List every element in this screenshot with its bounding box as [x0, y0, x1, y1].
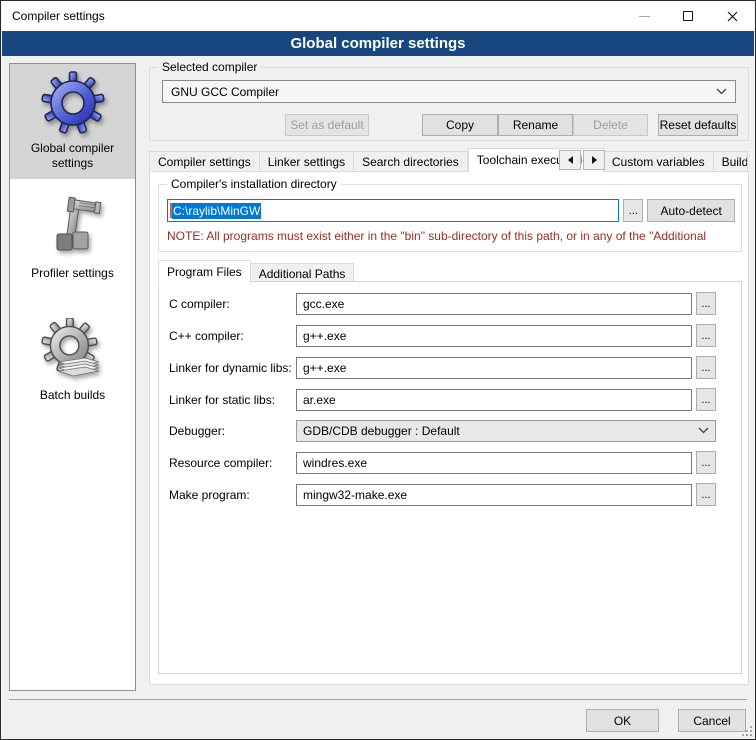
close-icon — [727, 11, 738, 22]
sidebar-item-global-compiler-settings[interactable]: Global compiler settings — [10, 64, 135, 179]
reset-defaults-button[interactable]: Reset defaults — [658, 114, 738, 136]
titlebar[interactable]: Compiler settings — [2, 1, 754, 31]
tab-scroll-controls — [559, 150, 605, 170]
rename-button[interactable]: Rename — [498, 114, 573, 136]
ok-button[interactable]: OK — [586, 709, 659, 732]
tab-custom-variables[interactable]: Custom variables — [604, 151, 714, 172]
minimize-button[interactable] — [622, 1, 666, 31]
tab-linker-settings[interactable]: Linker settings — [260, 151, 354, 172]
installation-directory-row: C:\raylib\MinGW ... Auto-detect — [167, 199, 735, 222]
sidebar-item-profiler-settings[interactable]: Profiler settings — [10, 189, 135, 289]
dynamic-linker-row: Linker for dynamic libs: g++.exe ... — [159, 356, 741, 379]
settings-category-sidebar: Global compiler settings — [9, 63, 136, 691]
field-value: gcc.exe — [303, 297, 344, 311]
installation-directory-group: Compiler's installation directory C:\ray… — [158, 184, 742, 252]
set-as-default-button[interactable]: Set as default — [285, 114, 369, 136]
auto-detect-button[interactable]: Auto-detect — [647, 199, 735, 222]
window-title: Compiler settings — [12, 9, 105, 23]
compiler-select[interactable]: GNU GCC Compiler — [162, 80, 736, 103]
cpp-compiler-input[interactable]: g++.exe — [296, 325, 692, 347]
browse-directory-button[interactable]: ... — [623, 199, 643, 222]
gray-gear-stack-icon — [41, 318, 105, 382]
browse-static-linker-button[interactable]: ... — [696, 388, 716, 411]
field-value: windres.exe — [303, 456, 367, 470]
static-linker-row: Linker for static libs: ar.exe ... — [159, 388, 741, 411]
sidebar-item-batch-builds[interactable]: Batch builds — [10, 311, 135, 411]
browse-dynamic-linker-button[interactable]: ... — [696, 356, 716, 379]
arrow-right-icon — [592, 156, 597, 164]
resource-compiler-input[interactable]: windres.exe — [296, 452, 692, 474]
tab-compiler-settings[interactable]: Compiler settings — [149, 151, 260, 172]
dialog-header: Global compiler settings — [2, 31, 754, 56]
browse-resource-compiler-button[interactable]: ... — [696, 451, 716, 474]
cpp-compiler-row: C++ compiler: g++.exe ... — [159, 324, 741, 347]
field-label: Make program: — [159, 488, 296, 502]
window-controls — [622, 1, 754, 31]
tab-scroll-right-button[interactable] — [583, 150, 605, 170]
chevron-down-icon — [698, 427, 709, 434]
maximize-icon — [683, 11, 693, 21]
field-value: mingw32-make.exe — [303, 488, 407, 502]
debugger-row: Debugger: GDB/CDB debugger : Default — [159, 419, 741, 442]
field-value: g++.exe — [303, 329, 346, 343]
cancel-button[interactable]: Cancel — [678, 709, 746, 732]
group-legend: Selected compiler — [158, 60, 261, 74]
caliper-tool-icon — [41, 196, 105, 260]
field-label: Linker for dynamic libs: — [159, 361, 296, 375]
debugger-select-value: GDB/CDB debugger : Default — [303, 424, 698, 438]
browse-cpp-compiler-button[interactable]: ... — [696, 324, 716, 347]
field-label: C++ compiler: — [159, 329, 296, 343]
arrow-left-icon — [568, 156, 573, 164]
program-files-page: C compiler: gcc.exe ... C++ compiler: g+… — [158, 281, 742, 674]
static-linker-input[interactable]: ar.exe — [296, 389, 692, 411]
installation-directory-value: C:\raylib\MinGW — [172, 203, 261, 219]
field-label: Linker for static libs: — [159, 393, 296, 407]
toolchain-executables-page: Compiler's installation directory C:\ray… — [149, 171, 749, 685]
delete-button[interactable]: Delete — [573, 114, 648, 136]
settings-tabstrip: Compiler settingsLinker settingsSearch d… — [149, 148, 749, 172]
sidebar-item-label: Global compiler settings — [12, 141, 133, 171]
compiler-settings-window: Compiler settings Global compiler settin… — [0, 0, 756, 740]
minimize-icon — [639, 16, 650, 17]
c-compiler-input[interactable]: gcc.exe — [296, 293, 692, 315]
c-compiler-row: C compiler: gcc.exe ... — [159, 292, 741, 315]
tab-build-options[interactable]: Build options — [714, 151, 748, 172]
browse-make-program-button[interactable]: ... — [696, 483, 716, 506]
sidebar-item-label: Profiler settings — [12, 266, 133, 281]
tab-scroll-left-button[interactable] — [559, 150, 581, 170]
field-label: C compiler: — [159, 297, 296, 311]
debugger-select[interactable]: GDB/CDB debugger : Default — [296, 420, 716, 442]
maximize-button[interactable] — [666, 1, 710, 31]
dynamic-linker-input[interactable]: g++.exe — [296, 357, 692, 379]
make-program-input[interactable]: mingw32-make.exe — [296, 484, 692, 506]
close-button[interactable] — [710, 1, 754, 31]
field-value: g++.exe — [303, 361, 346, 375]
browse-c-compiler-button[interactable]: ... — [696, 292, 716, 315]
field-label: Debugger: — [159, 424, 296, 438]
installation-directory-input[interactable]: C:\raylib\MinGW — [167, 199, 619, 222]
selected-compiler-group: Selected compiler GNU GCC Compiler Set a… — [149, 67, 749, 141]
copy-button[interactable]: Copy — [422, 114, 498, 136]
sidebar-item-label: Batch builds — [12, 388, 133, 403]
tab-search-directories[interactable]: Search directories — [354, 151, 468, 172]
compiler-buttons-row: Set as default Copy Rename Delete Reset … — [162, 114, 738, 136]
blue-gear-icon — [41, 71, 105, 135]
tab-program-files[interactable]: Program Files — [158, 260, 251, 284]
resource-compiler-row: Resource compiler: windres.exe ... — [159, 451, 741, 474]
field-value: ar.exe — [303, 393, 336, 407]
compiler-select-value: GNU GCC Compiler — [171, 85, 716, 99]
make-program-row: Make program: mingw32-make.exe ... — [159, 483, 741, 506]
bin-subdirectory-note: NOTE: All programs must exist either in … — [167, 229, 739, 243]
field-label: Resource compiler: — [159, 456, 296, 470]
group-legend: Compiler's installation directory — [167, 177, 341, 191]
footer-divider — [9, 699, 747, 700]
chevron-down-icon — [716, 88, 727, 95]
